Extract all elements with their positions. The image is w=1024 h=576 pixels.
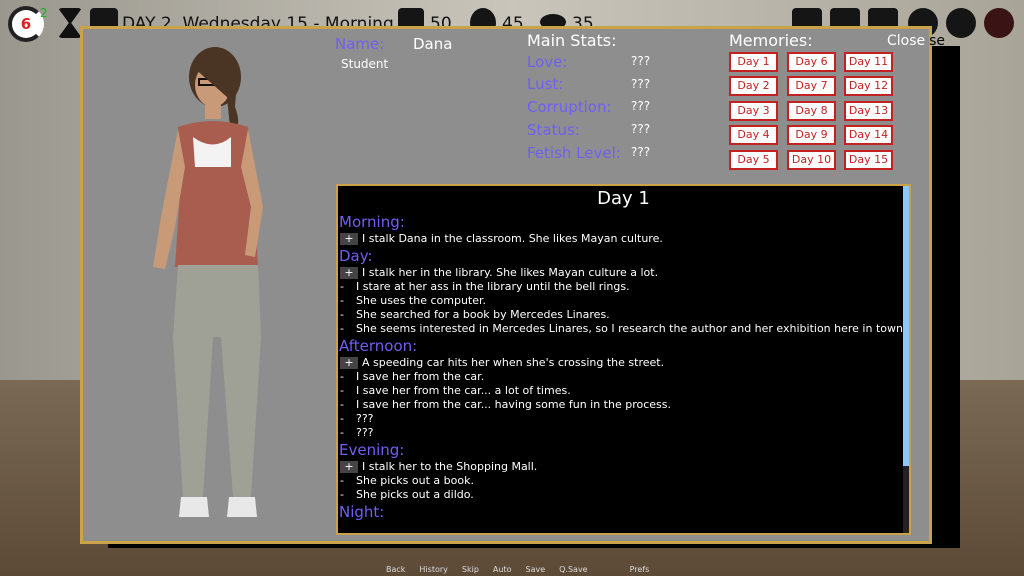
entry-text: She uses the computer.	[356, 294, 487, 307]
character-portrait	[153, 47, 263, 517]
stat-lust-label: Lust:	[527, 75, 564, 93]
stat-fetish-value: ???	[631, 145, 651, 159]
memory-day-10-button[interactable]: Day 10	[787, 150, 836, 170]
quick-prefs-button[interactable]: Prefs	[630, 565, 650, 574]
memory-day-3-button[interactable]: Day 3	[729, 101, 778, 121]
section-night: Night:	[339, 503, 385, 521]
quick-skip-button[interactable]: Skip	[462, 565, 479, 574]
entry-text: She picks out a book.	[356, 474, 474, 487]
day-counter-badge[interactable]: 6	[8, 6, 44, 42]
stat-corruption-label: Corruption:	[527, 98, 612, 116]
entry-text: I save her from the car... a lot of time…	[356, 384, 571, 397]
log-entry: - She picks out a dildo.	[340, 488, 474, 501]
entry-text: ???	[356, 412, 374, 425]
memory-day-4-button[interactable]: Day 4	[729, 125, 778, 145]
log-entry: -I stare at her ass in the library until…	[340, 280, 630, 293]
log-entry: -???	[340, 426, 374, 439]
memory-day-2-button[interactable]: Day 2	[729, 76, 778, 96]
name-label: Name:	[335, 35, 385, 53]
log-entry: -???	[340, 412, 374, 425]
entry-text: She seems interested in Mercedes Linares…	[356, 322, 907, 335]
memory-day-6-button[interactable]: Day 6	[787, 52, 836, 72]
entry-text: I stalk Dana in the classroom. She likes…	[362, 232, 663, 245]
stat-lust-value: ???	[631, 77, 651, 91]
memory-day-1-button[interactable]: Day 1	[729, 52, 778, 72]
profile-icon[interactable]	[946, 8, 976, 38]
log-entry: + I stalk her in the library. She likes M…	[340, 266, 909, 279]
expand-button[interactable]: +	[340, 267, 358, 279]
log-entry: - She picks out a book.	[340, 474, 474, 487]
log-entry: + I stalk Dana in the classroom. She like…	[340, 232, 909, 245]
entry-text: I save her from the car.	[356, 370, 485, 383]
memory-day-9-button[interactable]: Day 9	[787, 125, 836, 145]
log-entry: -I save her from the car... a lot of tim…	[340, 384, 571, 397]
memory-day-12-button[interactable]: Day 12	[844, 76, 893, 96]
character-profile-panel: Name: Dana Student Main Stats: Love: ???…	[80, 26, 945, 544]
section-morning: Morning:	[339, 213, 405, 231]
entry-text: She searched for a book by Mercedes Lina…	[356, 308, 610, 321]
stat-status-label: Status:	[527, 121, 580, 139]
close-shadow-text: se	[929, 33, 946, 49]
log-entry: + A speeding car hits her when she's cros…	[340, 356, 909, 369]
stat-love-value: ???	[631, 54, 651, 68]
memory-day-11-button[interactable]: Day 11	[844, 52, 893, 72]
quick-qsave-button[interactable]: Q.Save	[559, 565, 587, 574]
entry-text: I stalk her in the library. She likes Ma…	[362, 266, 659, 279]
character-occupation: Student	[341, 57, 389, 71]
quick-back-button[interactable]: Back	[386, 565, 405, 574]
demon-mask-icon[interactable]	[984, 8, 1014, 38]
close-button[interactable]: Close se	[887, 33, 945, 49]
quick-save-button[interactable]: Save	[525, 565, 545, 574]
quick-history-button[interactable]: History	[419, 565, 447, 574]
counter-value: 6	[20, 15, 32, 33]
entry-text: A speeding car hits her when she's cross…	[362, 356, 665, 369]
log-entry: - She seems interested in Mercedes Linare…	[340, 322, 907, 335]
main-stats-header: Main Stats:	[527, 31, 617, 50]
entry-text: I stalk her to the Shopping Mall.	[362, 460, 538, 473]
expand-button[interactable]: +	[340, 357, 358, 369]
quick-menu: Back History Skip Auto Save Q.Save Prefs	[386, 565, 649, 574]
memory-day-8-button[interactable]: Day 8	[787, 101, 836, 121]
log-entry: - She searched for a book by Mercedes Lin…	[340, 308, 610, 321]
section-evening: Evening:	[339, 441, 405, 459]
log-entry: - She uses the computer.	[340, 294, 487, 307]
stat-status-value: ???	[631, 122, 651, 136]
stat-fetish-label: Fetish Level:	[527, 144, 621, 162]
memory-day-7-button[interactable]: Day 7	[787, 76, 836, 96]
stat-love-label: Love:	[527, 53, 568, 71]
memory-day-13-button[interactable]: Day 13	[844, 101, 893, 121]
memory-log-panel[interactable]: Day 1 Morning: + I stalk Dana in the clas…	[336, 184, 911, 535]
section-day: Day:	[339, 247, 373, 265]
character-name: Dana	[413, 35, 453, 53]
expand-button[interactable]: +	[340, 233, 358, 245]
log-entry: -I save her from the car.	[340, 370, 485, 383]
scrollbar-thumb[interactable]	[903, 186, 909, 466]
close-label: Close	[887, 33, 926, 49]
memory-day-5-button[interactable]: Day 5	[729, 150, 778, 170]
quick-auto-button[interactable]: Auto	[493, 565, 512, 574]
entry-text: I stare at her ass in the library until …	[356, 280, 630, 293]
expand-button[interactable]: +	[340, 461, 358, 473]
entry-text: I save her from the car... having some f…	[356, 398, 671, 411]
stat-corruption-value: ???	[631, 99, 651, 113]
log-title: Day 1	[597, 188, 650, 209]
memory-day-14-button[interactable]: Day 14	[844, 125, 893, 145]
memory-day-15-button[interactable]: Day 15	[844, 150, 893, 170]
log-entry: + I stalk her to the Shopping Mall.	[340, 460, 909, 473]
counter-superscript: 2	[40, 6, 48, 20]
hourglass-icon[interactable]	[58, 8, 82, 38]
log-entry: -I save her from the car... having some …	[340, 398, 671, 411]
entry-text: ???	[356, 426, 374, 439]
memories-header: Memories:	[729, 31, 813, 50]
entry-text: She picks out a dildo.	[356, 488, 474, 501]
section-afternoon: Afternoon:	[339, 337, 418, 355]
